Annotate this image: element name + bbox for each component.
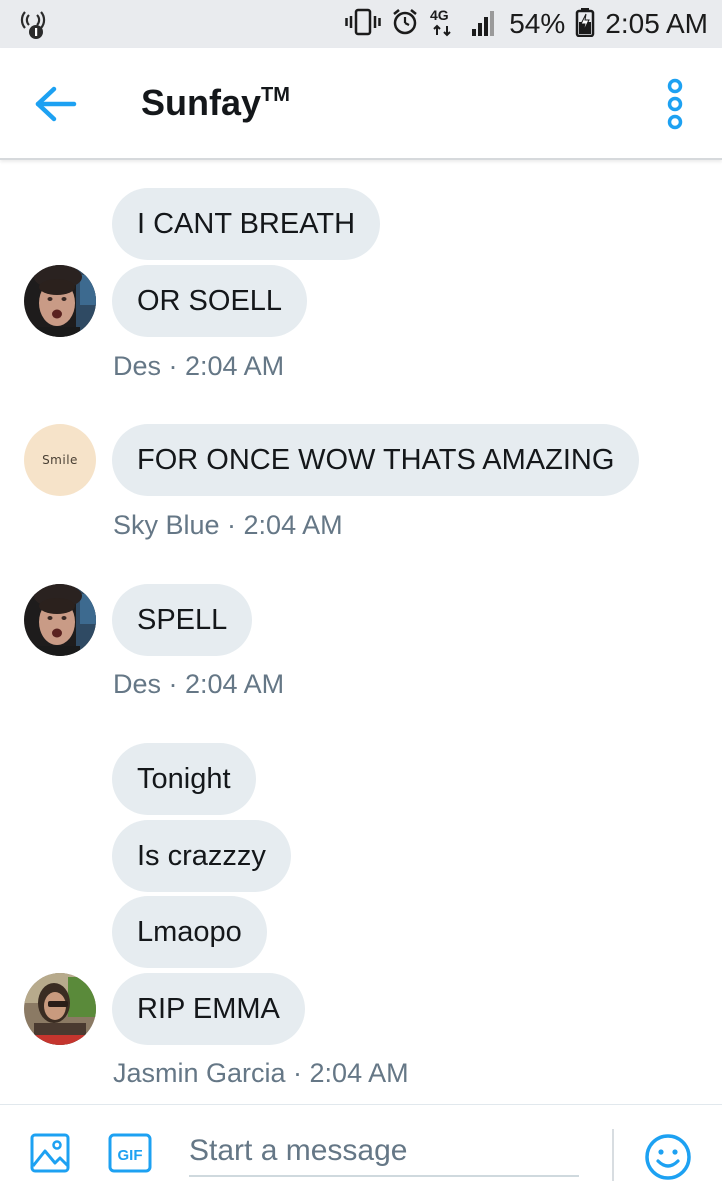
message-meta: Des · 2:04 AM (113, 669, 285, 699)
conversation-name: Sunfay (141, 82, 262, 123)
message-input[interactable] (189, 1127, 579, 1177)
message-bubble[interactable]: FOR ONCE WOW THATS AMAZING (112, 424, 640, 496)
message-bubble[interactable]: SPELL (112, 584, 253, 656)
back-arrow-icon (35, 86, 77, 122)
avatar-photo-icon (24, 973, 96, 1045)
add-photo-button[interactable] (30, 1133, 70, 1173)
battery-percent: 54% (509, 8, 566, 39)
network-4g-icon: 4G (429, 6, 461, 43)
message-composer: GIF (0, 1104, 722, 1200)
trademark-mark: TM (261, 84, 290, 106)
signal-icon (471, 7, 499, 42)
battery-icon (575, 7, 595, 42)
message-meta: Des · 2:04 AM (113, 351, 285, 381)
message-bubble[interactable]: Is crazzzy (112, 820, 291, 892)
composer-divider (612, 1129, 614, 1181)
conversation-title: SunfayTM (141, 82, 290, 124)
status-icons: 4G 54% 2:05 AM (345, 0, 708, 48)
avatar-photo-icon (24, 584, 96, 656)
message-bubble[interactable]: RIP EMMA (112, 973, 305, 1045)
image-icon (30, 1133, 70, 1173)
conversation-header: SunfayTM (0, 48, 722, 160)
more-options-button[interactable] (660, 76, 690, 132)
avatar-photo-icon (24, 265, 96, 337)
gif-icon: GIF (108, 1133, 152, 1173)
status-time: 2:05 AM (605, 8, 708, 39)
message-meta: Sky Blue · 2:04 AM (113, 510, 343, 540)
emoji-button[interactable] (644, 1133, 692, 1181)
message-bubble[interactable]: I CANT BREATH (112, 188, 381, 260)
avatar[interactable]: Smile (24, 424, 96, 496)
status-bar: 4G 54% 2:05 AM (0, 0, 722, 48)
message-bubble[interactable]: Tonight (112, 743, 256, 815)
more-options-icon (667, 78, 683, 130)
avatar[interactable] (24, 973, 96, 1045)
alarm-icon (391, 8, 419, 41)
avatar[interactable] (24, 265, 96, 337)
network-label: 4G (430, 7, 449, 23)
message-bubble[interactable]: OR SOELL (112, 265, 308, 337)
avatar-label: Smile (42, 453, 78, 467)
back-button[interactable] (30, 84, 80, 124)
emoji-icon (645, 1134, 691, 1180)
gif-label: GIF (118, 1147, 143, 1164)
avatar[interactable] (24, 584, 96, 656)
message-bubble[interactable]: Lmaopo (112, 896, 267, 968)
gif-button[interactable]: GIF (108, 1133, 152, 1173)
message-meta: Jasmin Garcia · 2:04 AM (113, 1058, 409, 1088)
wifi-calling-icon (18, 8, 48, 40)
vibrate-icon (345, 8, 381, 41)
